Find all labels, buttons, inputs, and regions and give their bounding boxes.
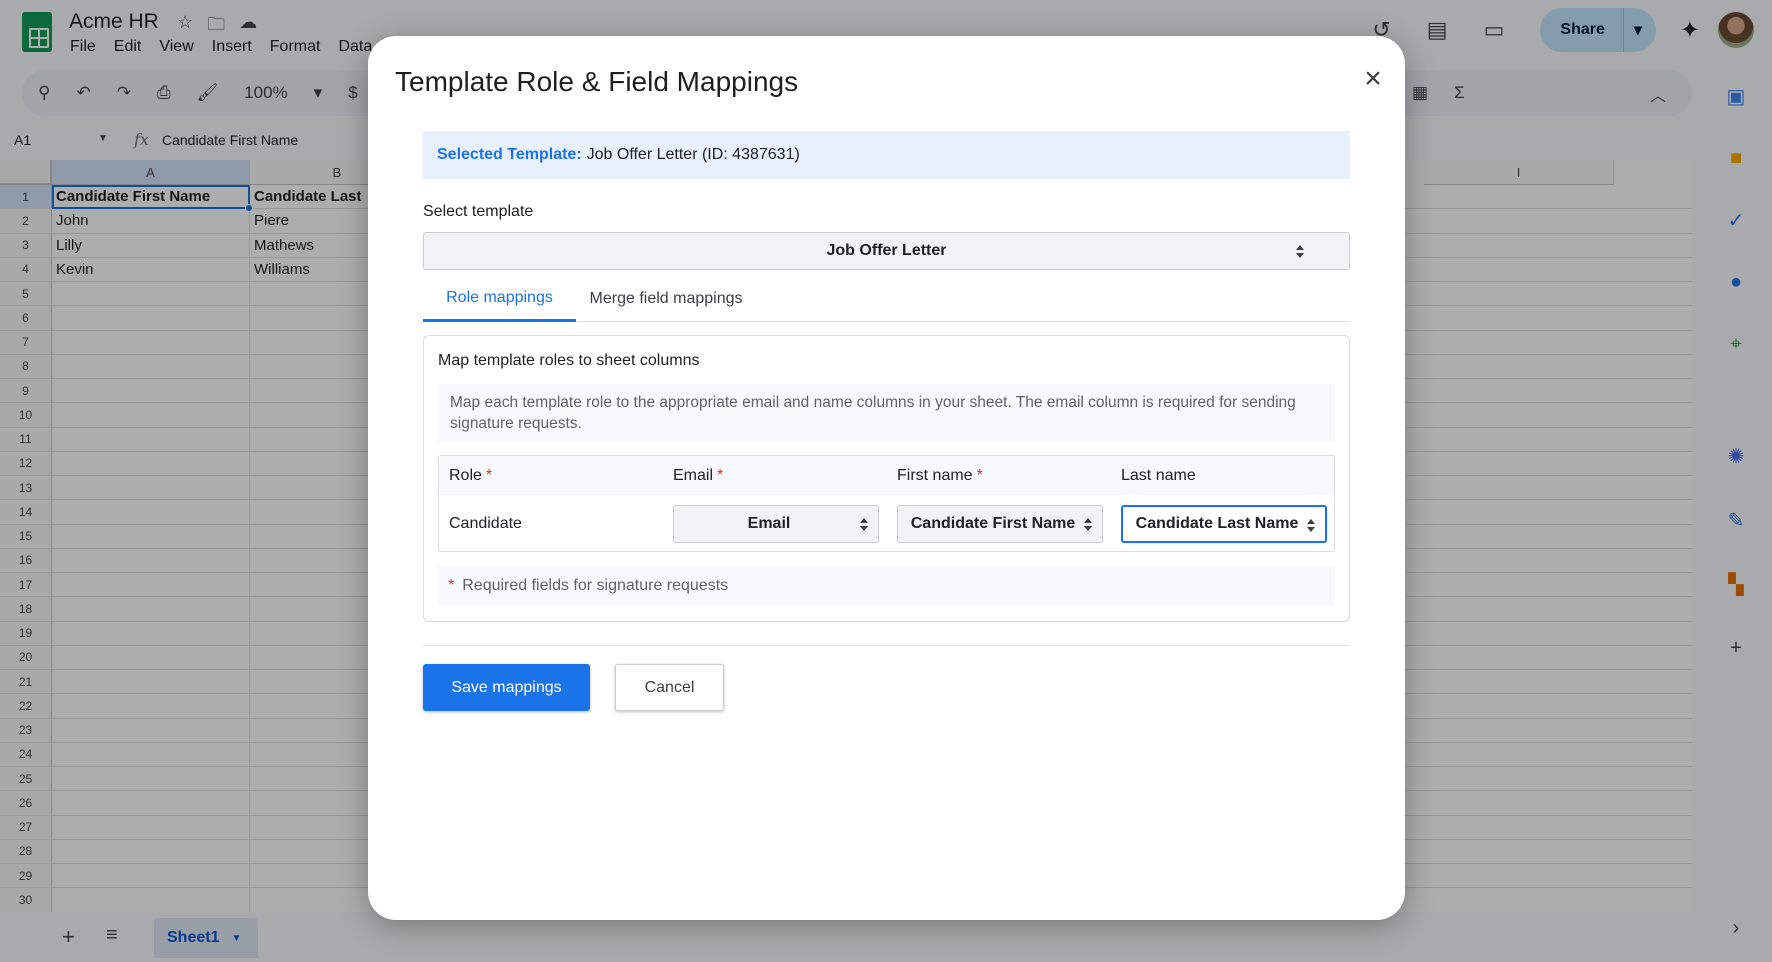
template-select[interactable]: Job Offer Letter (423, 232, 1350, 270)
header-last-name: Last name (1121, 456, 1196, 495)
selected-template-banner: Selected Template: Job Offer Letter (ID:… (423, 131, 1350, 179)
required-note-text: Required fields for signature requests (462, 577, 729, 594)
required-marker: * (448, 577, 455, 594)
mapping-tabs: Role mappings Merge field mappings (423, 276, 1350, 322)
template-select-value: Job Offer Letter (826, 242, 947, 259)
first-name-column-value: Candidate First Name (910, 515, 1076, 532)
required-marker: * (717, 466, 724, 484)
select-arrows-icon (859, 516, 869, 534)
mapping-role-name: Candidate (449, 514, 522, 532)
header-email-label: Email (673, 466, 714, 484)
required-marker: * (976, 466, 983, 484)
role-mappings-panel: Map template roles to sheet columns Map … (423, 335, 1350, 622)
save-mappings-button[interactable]: Save mappings (423, 664, 590, 711)
email-column-select[interactable]: Email (673, 505, 879, 543)
header-first-name: First name * (897, 456, 983, 495)
close-icon[interactable]: × (1359, 64, 1387, 94)
dialog-title: Template Role & Field Mappings (395, 66, 799, 97)
select-template-label: Select template (423, 203, 534, 220)
select-arrows-icon (1306, 517, 1316, 535)
panel-description: Map each template role to the appropriat… (438, 384, 1335, 442)
mapping-table: Role * Email * First name * Last name Ca… (438, 455, 1335, 552)
header-role: Role * (449, 456, 492, 495)
select-arrows-icon (1295, 243, 1305, 261)
email-column-value: Email (747, 515, 791, 532)
header-last-name-label: Last name (1121, 466, 1196, 484)
panel-heading: Map template roles to sheet columns (438, 352, 700, 369)
header-role-label: Role (449, 466, 482, 484)
divider (423, 645, 1350, 646)
tab-merge-field-mappings[interactable]: Merge field mappings (576, 276, 756, 322)
mapping-table-header: Role * Email * First name * Last name (439, 456, 1334, 495)
cancel-button[interactable]: Cancel (615, 664, 724, 711)
last-name-column-select[interactable]: Candidate Last Name (1121, 505, 1327, 543)
mappings-dialog: Template Role & Field Mappings × Selecte… (368, 36, 1405, 920)
last-name-column-value: Candidate Last Name (1135, 515, 1299, 532)
first-name-column-select[interactable]: Candidate First Name (897, 505, 1103, 543)
tab-role-mappings[interactable]: Role mappings (423, 276, 576, 322)
required-marker: * (485, 466, 493, 484)
select-arrows-icon (1083, 516, 1093, 534)
header-email: Email * (673, 456, 723, 495)
required-fields-note: * Required fields for signature requests (438, 566, 1335, 606)
header-first-name-label: First name (897, 466, 973, 484)
selected-template-value: Job Offer Letter (ID: 4387631) (586, 146, 800, 163)
selected-template-label: Selected Template: (437, 146, 582, 163)
